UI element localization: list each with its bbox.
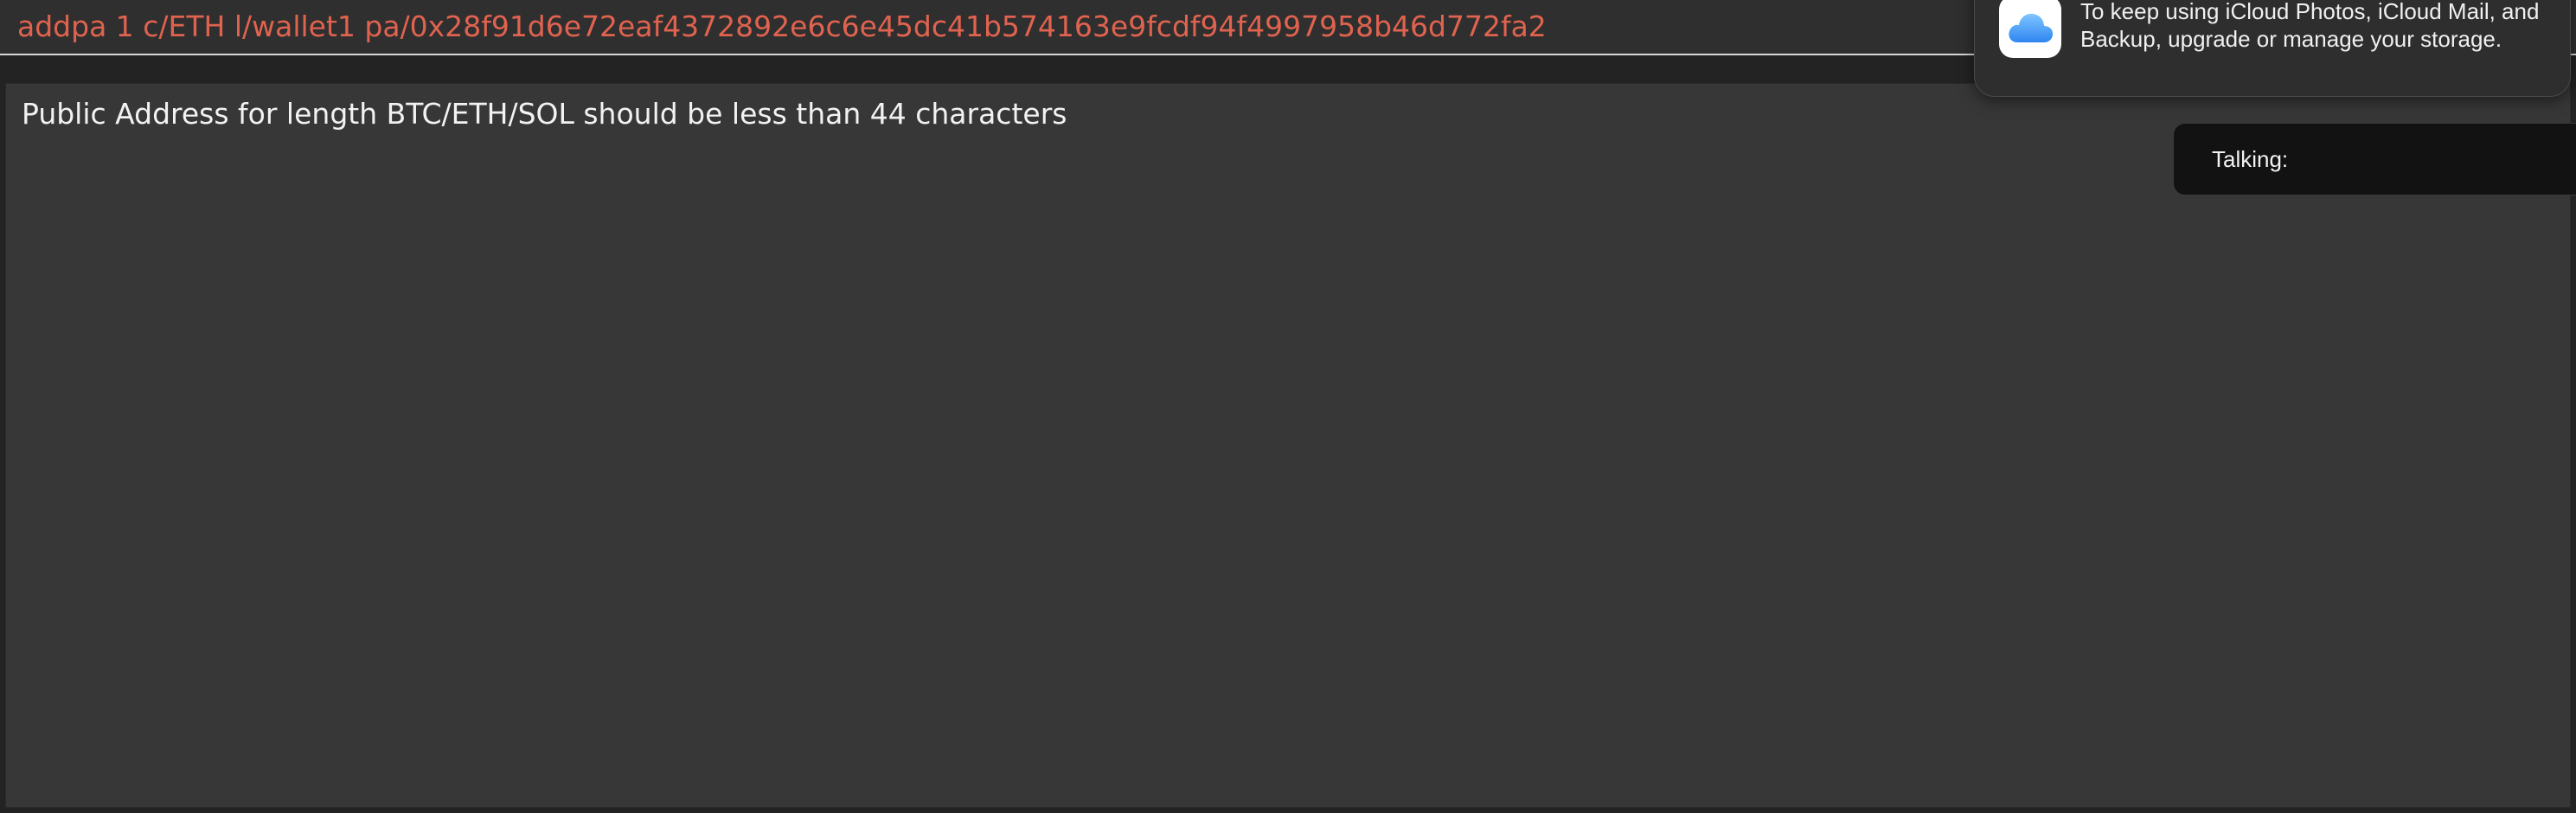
talking-indicator: Talking: [2173, 123, 2576, 195]
icloud-icon [1999, 0, 2061, 58]
result-message: Public Address for length BTC/ETH/SOL sh… [22, 97, 1067, 131]
notification-message: To keep using iCloud Photos, iCloud Mail… [2080, 0, 2540, 52]
cloud-icon [2009, 13, 2054, 43]
icloud-storage-notification[interactable]: To keep using iCloud Photos, iCloud Mail… [1974, 0, 2571, 97]
talking-label: Talking: [2212, 146, 2289, 172]
